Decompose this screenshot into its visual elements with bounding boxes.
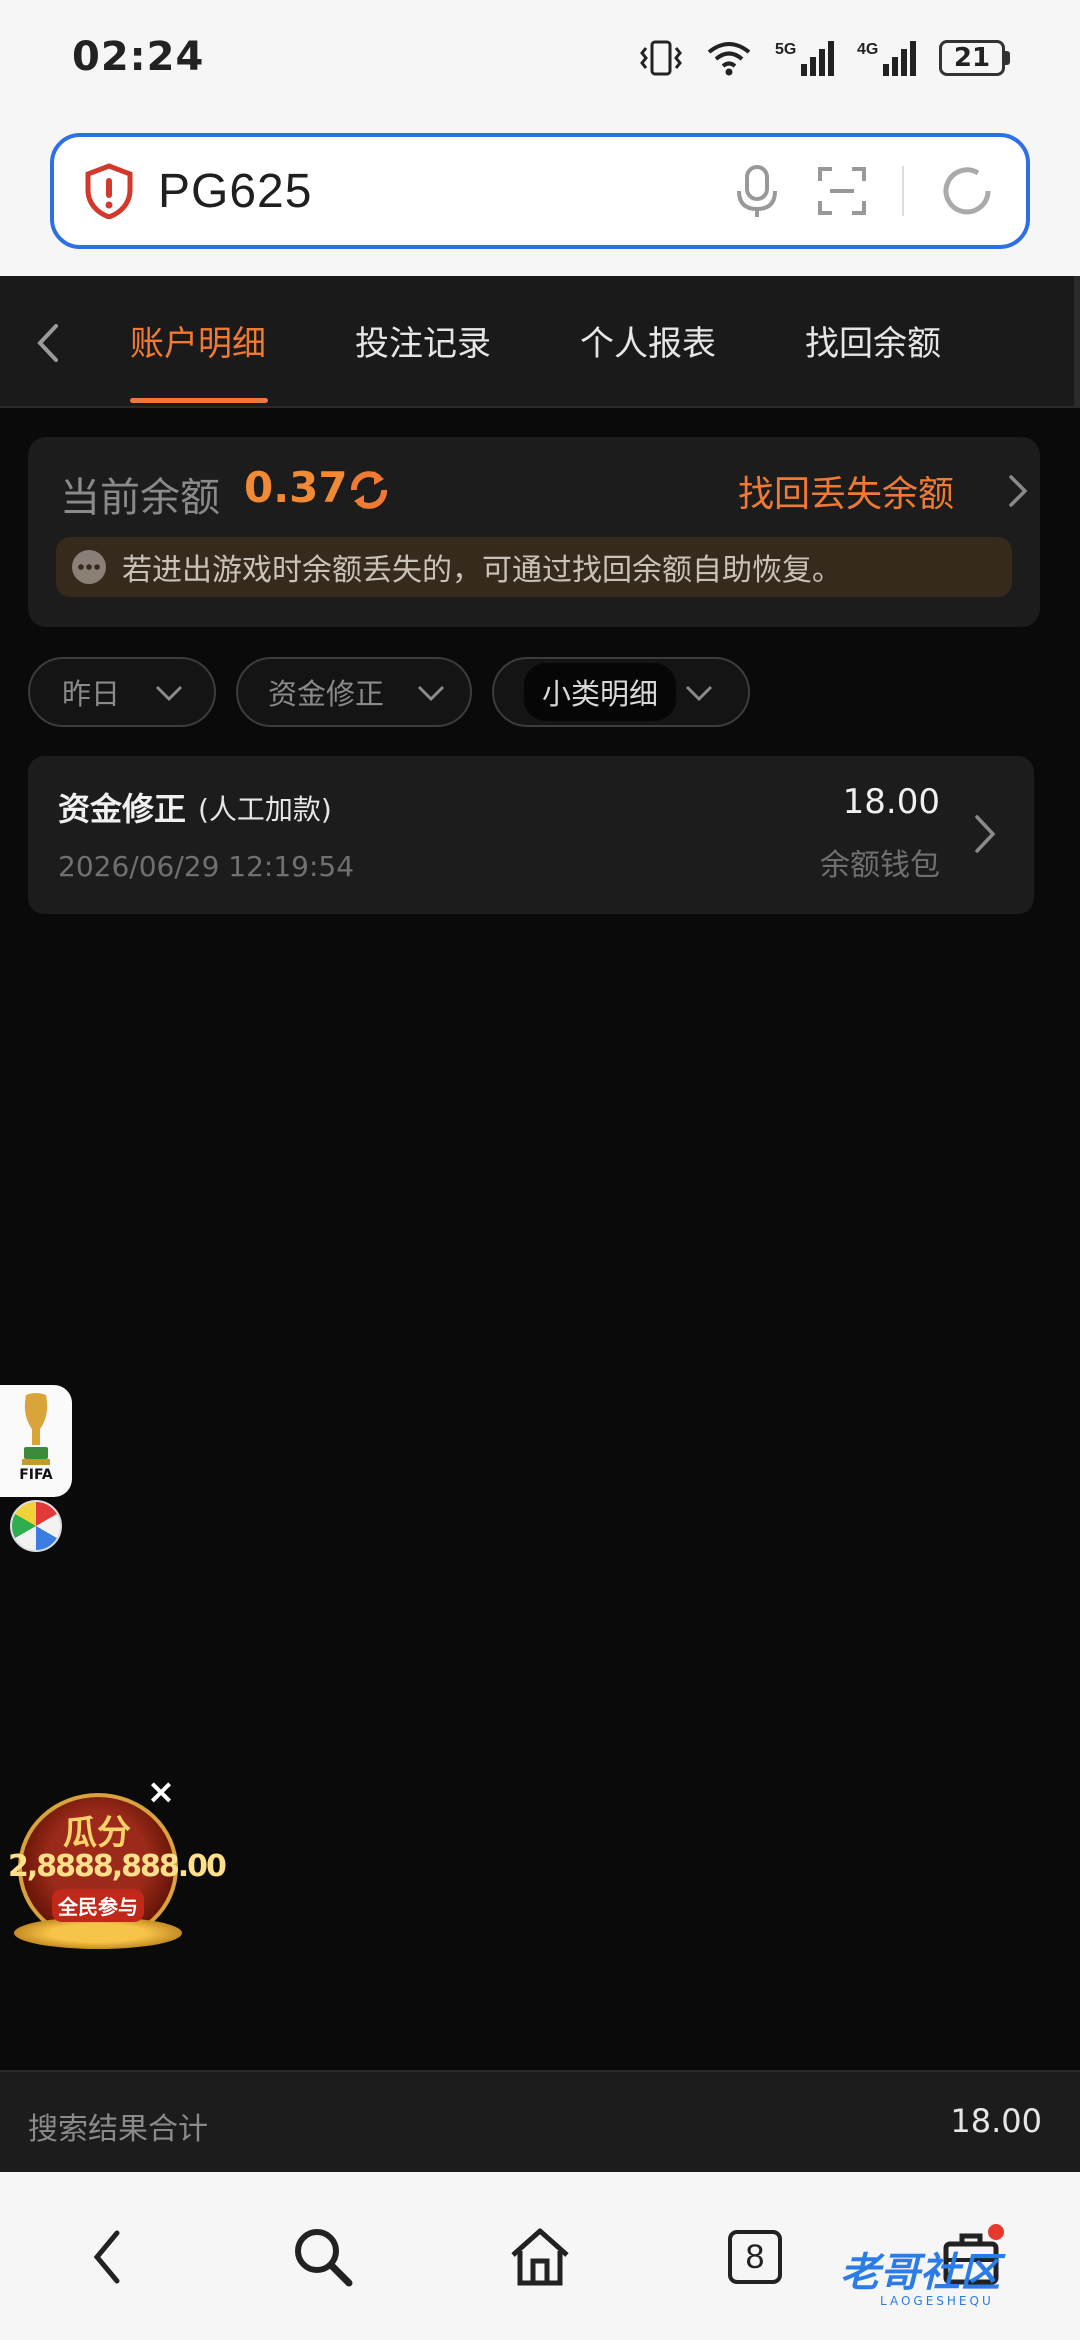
promo-subtitle: 全民参与 bbox=[52, 1889, 144, 1922]
active-tab-indicator bbox=[130, 398, 268, 403]
filter-category[interactable]: 资金修正 bbox=[236, 657, 472, 727]
record-subtitle: (人工加款) bbox=[198, 793, 332, 826]
scan-icon[interactable] bbox=[816, 165, 868, 217]
filter-subcategory-label: 小类明细 bbox=[524, 663, 677, 721]
tab-recover-balance[interactable]: 找回余额 bbox=[805, 316, 941, 365]
filter-date-label: 昨日 bbox=[62, 677, 121, 711]
watermark-logo: 老哥社区 bbox=[840, 2250, 1000, 2296]
tabs-scroll-edge bbox=[1074, 276, 1080, 408]
chevron-right-icon[interactable] bbox=[972, 812, 998, 856]
search-icon bbox=[295, 2229, 353, 2287]
search-summary-bar: 搜索结果合计 18.00 bbox=[0, 2070, 1080, 2172]
tab-count: 8 bbox=[728, 2230, 782, 2284]
record-title: 资金修正 bbox=[58, 790, 187, 828]
balance-card: 当前余额 0.37 找回丢失余额 若进出游戏时余额丢失的，可通过找回余额自助恢复… bbox=[28, 437, 1040, 627]
fifa-widget[interactable]: FIFA bbox=[0, 1385, 72, 1497]
record-wallet: 余额钱包 bbox=[820, 848, 940, 883]
filter-date[interactable]: 昨日 bbox=[28, 657, 216, 727]
signal-4g-icon: 4G bbox=[857, 41, 916, 76]
tab-account-details[interactable]: 账户明细 bbox=[130, 316, 266, 365]
nav-back-button[interactable] bbox=[72, 2222, 142, 2292]
status-time: 02:24 bbox=[72, 34, 205, 80]
filter-subcategory[interactable]: 小类明细 bbox=[492, 657, 750, 727]
chevron-down-icon bbox=[155, 685, 183, 702]
list-item[interactable]: 资金修正 (人工加款) 2026/06/29 12:19:54 18.00 余额… bbox=[28, 756, 1034, 914]
chat-bubble-icon bbox=[72, 550, 106, 584]
recover-lost-balance-link[interactable]: 找回丢失余额 bbox=[738, 465, 954, 517]
address-bar[interactable]: PG625 bbox=[50, 133, 1030, 249]
back-arrow-icon bbox=[93, 2230, 120, 2284]
nav-home-button[interactable] bbox=[505, 2222, 575, 2292]
battery-indicator: 21 bbox=[939, 40, 1010, 76]
tab-bet-records[interactable]: 投注记录 bbox=[355, 316, 491, 365]
summary-label: 搜索结果合计 bbox=[28, 2112, 208, 2147]
chevron-down-icon bbox=[417, 685, 445, 702]
app-header: 账户明细 投注记录 个人报表 找回余额 bbox=[0, 276, 1080, 408]
balance-label: 当前余额 bbox=[60, 475, 220, 521]
chevron-down-icon bbox=[685, 685, 713, 702]
notice-banner: 若进出游戏时余额丢失的，可通过找回余额自助恢复。 bbox=[56, 537, 1012, 597]
watermark-subtext: LAOGESHEQU bbox=[880, 2294, 994, 2308]
url-text[interactable]: PG625 bbox=[158, 164, 312, 219]
browser-chrome: 02:24 5G 4G 21 PG625 bbox=[0, 0, 1080, 276]
svg-text:5G: 5G bbox=[775, 41, 796, 58]
chevron-right-icon[interactable] bbox=[1006, 473, 1030, 509]
tab-personal-report[interactable]: 个人报表 bbox=[580, 316, 716, 365]
microphone-icon[interactable] bbox=[732, 163, 782, 219]
battery-level: 21 bbox=[939, 40, 1005, 76]
notification-dot bbox=[988, 2224, 1004, 2240]
fifa-label: FIFA bbox=[19, 1467, 53, 1483]
balance-value: 0.37 bbox=[244, 463, 348, 512]
promo-amount: 2,8888,888.00 bbox=[8, 1849, 227, 1884]
football-icon[interactable] bbox=[10, 1500, 62, 1552]
svg-text:4G: 4G bbox=[857, 41, 878, 58]
summary-value: 18.00 bbox=[950, 2102, 1042, 2140]
wifi-icon bbox=[707, 42, 751, 76]
record-amount: 18.00 bbox=[842, 782, 940, 822]
trophy-icon bbox=[22, 1393, 50, 1465]
security-warning-icon[interactable] bbox=[84, 163, 134, 219]
reload-icon[interactable] bbox=[938, 162, 996, 220]
promo-title: 瓜分 bbox=[63, 1813, 131, 1853]
refresh-balance-icon[interactable] bbox=[346, 467, 392, 513]
nav-search-button[interactable] bbox=[288, 2222, 358, 2292]
status-icons: 5G 4G 21 bbox=[639, 38, 1010, 78]
close-icon[interactable]: × bbox=[144, 1775, 178, 1809]
notice-text: 若进出游戏时余额丢失的，可通过找回余额自助恢复。 bbox=[122, 553, 842, 588]
home-icon bbox=[511, 2228, 569, 2286]
nav-tabs-button[interactable]: 8 bbox=[720, 2222, 790, 2292]
vibrate-icon bbox=[640, 40, 682, 76]
filter-category-label: 资金修正 bbox=[268, 677, 385, 711]
signal-5g-icon: 5G bbox=[775, 41, 834, 76]
promo-banner[interactable]: 瓜分 2,8888,888.00 全民参与 × bbox=[8, 1775, 227, 1955]
back-arrow-icon[interactable] bbox=[28, 318, 68, 368]
record-date: 2026/06/29 12:19:54 bbox=[58, 850, 355, 883]
